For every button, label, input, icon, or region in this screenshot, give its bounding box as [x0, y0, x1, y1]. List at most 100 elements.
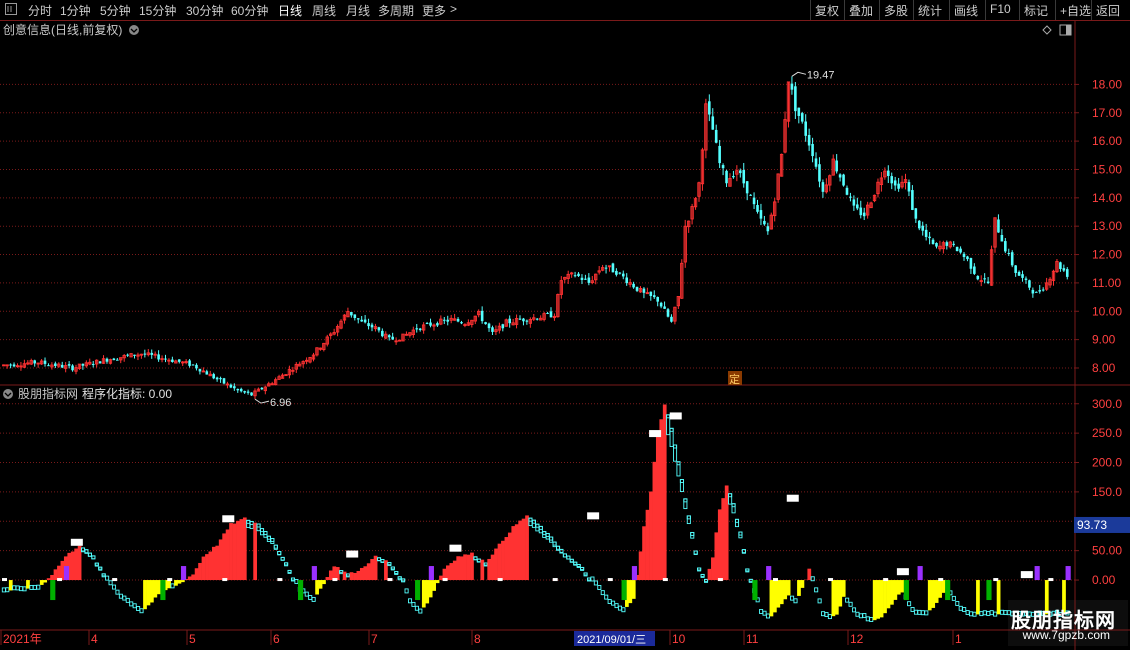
indicator-bar-outline — [259, 528, 265, 533]
indicator-bar-up — [439, 575, 443, 581]
indicator-bar-up — [342, 571, 347, 581]
indicator-tick-label-5: 50.00 — [1092, 544, 1122, 558]
candle-body-down — [491, 327, 494, 332]
candle-body-down — [239, 388, 243, 392]
candle-body-down — [766, 226, 770, 232]
indicator-bar-up — [187, 576, 192, 581]
indicator-bar-outline — [528, 517, 533, 522]
candle-body-down — [43, 360, 47, 364]
indicator-bar-up — [446, 565, 450, 581]
stock-chart[interactable]: 18.0017.0016.0015.0014.0013.0012.0011.00… — [0, 0, 1130, 650]
candle-body-down — [790, 83, 794, 90]
candle-body-down — [584, 278, 587, 280]
candle-body-down — [425, 323, 429, 325]
candle-body-down — [632, 283, 635, 288]
price-tick-label-3: 15.00 — [1092, 162, 1122, 176]
indicator-bar-up — [373, 555, 378, 581]
indicator-bar-fall — [531, 519, 536, 528]
indicator-bar-down — [617, 605, 622, 611]
indicator-bar-rise — [428, 580, 433, 598]
candle-body-down — [381, 330, 384, 337]
indicator-bar-rise — [883, 580, 887, 614]
indicator-bar-up — [359, 567, 364, 581]
candle-body-down — [897, 183, 900, 189]
candle-body-down — [1028, 280, 1031, 288]
indicator-bar-rise — [996, 580, 1001, 615]
candle-body-down — [164, 358, 167, 360]
indicator-bar-fall — [728, 493, 733, 505]
indicator-bar-up — [50, 574, 54, 581]
indicator-bar-rise — [167, 580, 171, 589]
x-axis-label-9: 1 — [955, 632, 962, 646]
candle-body-down — [177, 359, 181, 362]
candle-body-down — [250, 392, 253, 396]
candle-body-down — [535, 318, 539, 320]
indicator-bar-rise — [143, 580, 147, 610]
indicator-bar-up — [452, 560, 457, 581]
indicator-bar-up — [191, 574, 196, 581]
indicator-bar-outline — [263, 531, 268, 535]
indicator-bar-outline — [98, 566, 103, 571]
candle-body-down — [708, 101, 711, 115]
indicator-bar-rise — [39, 580, 44, 585]
candle-body-down — [621, 273, 625, 277]
indicator-bar-outline — [745, 568, 750, 573]
indicator-bar-down — [817, 598, 822, 604]
indicator-peak-block — [669, 412, 682, 420]
indicator-bar-down — [607, 599, 612, 604]
candle-body-down — [732, 175, 735, 178]
indicator-bar-up — [662, 404, 667, 581]
indicator-bar-up — [332, 566, 337, 581]
indicator-bar-fall — [249, 521, 254, 530]
indicator-bar-down — [12, 585, 17, 591]
zero-line-marker — [883, 578, 889, 582]
candle-body-down — [917, 220, 921, 229]
candle-body-down — [670, 316, 673, 322]
indicator-peak-block — [70, 538, 83, 546]
x-axis-label-2: 5 — [189, 632, 196, 646]
candle-body-down — [54, 363, 57, 366]
candle-body-down — [659, 302, 663, 307]
candle-body-down — [518, 318, 522, 320]
indicator-bar-outline — [346, 573, 351, 578]
indicator-bar-down — [759, 609, 764, 614]
price-tick-label-0: 18.00 — [1092, 77, 1122, 91]
indicator-bar-rise — [800, 580, 805, 588]
indicator-bar-down — [1000, 609, 1005, 615]
candle-body-down — [615, 270, 618, 275]
candle-body-down — [143, 353, 147, 355]
indicator-bar-up — [463, 554, 467, 581]
indicator-bar-fall — [686, 515, 691, 525]
indicator-bar-up — [208, 551, 213, 581]
indicator-bar-up — [724, 485, 729, 581]
indicator-bar-down — [29, 585, 34, 590]
indicator-bar-down — [845, 597, 850, 603]
indicator-bar-rise — [628, 580, 633, 604]
zero-line-marker — [442, 578, 448, 582]
indicator-bar-up — [349, 572, 354, 581]
x-axis-label-7: 11 — [746, 632, 759, 646]
candle-body-down — [47, 365, 50, 367]
indicator-bar-down — [793, 598, 798, 604]
indicator-bar-rise — [26, 580, 30, 589]
indicator-bar-down — [827, 614, 832, 620]
x-axis-label-6: 10 — [672, 632, 686, 646]
indicator-bar-up — [707, 568, 712, 581]
candle-body-down — [222, 378, 226, 384]
candle-body-down — [236, 388, 240, 391]
indicator-bar-fall — [676, 461, 681, 477]
indicator-bar-fall — [683, 498, 688, 510]
indicator-signal-green — [160, 580, 166, 601]
candle-body-down — [387, 335, 391, 338]
indicator-bar-up — [487, 558, 492, 581]
candle-body-down — [81, 363, 85, 366]
candle-body-down — [797, 107, 801, 116]
indicator-bar-rise — [318, 580, 323, 589]
indicator-bar-up — [470, 552, 474, 581]
indicator-bar-up — [711, 557, 715, 581]
indicator-bar-down — [955, 601, 960, 606]
indicator-bar-down — [858, 613, 863, 619]
indicator-signal-green — [298, 580, 304, 601]
candle-body-down — [91, 363, 95, 365]
candle-body-down — [1038, 290, 1042, 292]
